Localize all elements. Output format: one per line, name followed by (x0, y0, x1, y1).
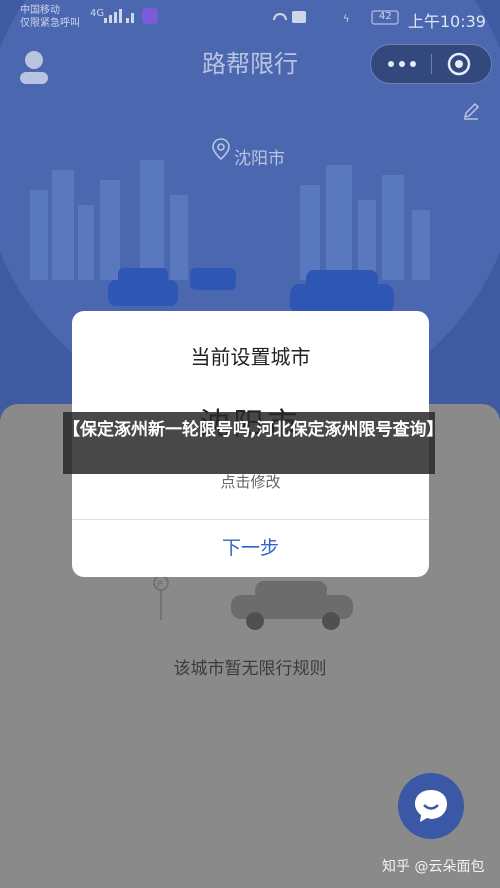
current-city-label[interactable]: 沈阳市 (234, 144, 285, 169)
network-type: 4G (90, 8, 105, 19)
capsule-divider (431, 54, 432, 74)
dialog-title: 当前设置城市 (190, 345, 311, 369)
next-step-button[interactable]: 下一步 (72, 520, 429, 577)
svg-text:P: P (157, 580, 163, 590)
edit-icon[interactable] (462, 102, 480, 120)
app-notification-icon (142, 8, 158, 24)
battery-level: 42 (379, 11, 392, 22)
close-miniprogram-icon[interactable] (447, 52, 471, 76)
miniprogram-capsule (370, 44, 492, 84)
location-pin-icon (212, 138, 230, 160)
article-title-banner: 【保定涿州新一轮限号吗,河北保定涿州限号查询】 (63, 412, 444, 474)
chat-bubble-icon (415, 790, 447, 822)
dialog-edit-hint[interactable]: 点击修改 (72, 471, 429, 492)
more-menu-icon[interactable] (385, 55, 419, 73)
banner-text: 【保定涿州新一轮限号吗,河北保定涿州限号查询】 (63, 420, 444, 440)
signal-icon (104, 9, 134, 23)
chat-button[interactable] (398, 773, 464, 839)
carrier-sublabel: 仅限紧急呼叫 (20, 18, 80, 29)
parked-car-illustration: P (153, 575, 353, 630)
carrier-label: 中国移动 (20, 5, 60, 16)
no-restriction-message: 该城市暂无限行规则 (173, 659, 327, 679)
svg-text:ϟ: ϟ (343, 14, 350, 25)
source-watermark: 知乎 @云朵面包 (382, 859, 485, 875)
status-time: 上午10:39 (407, 12, 486, 31)
